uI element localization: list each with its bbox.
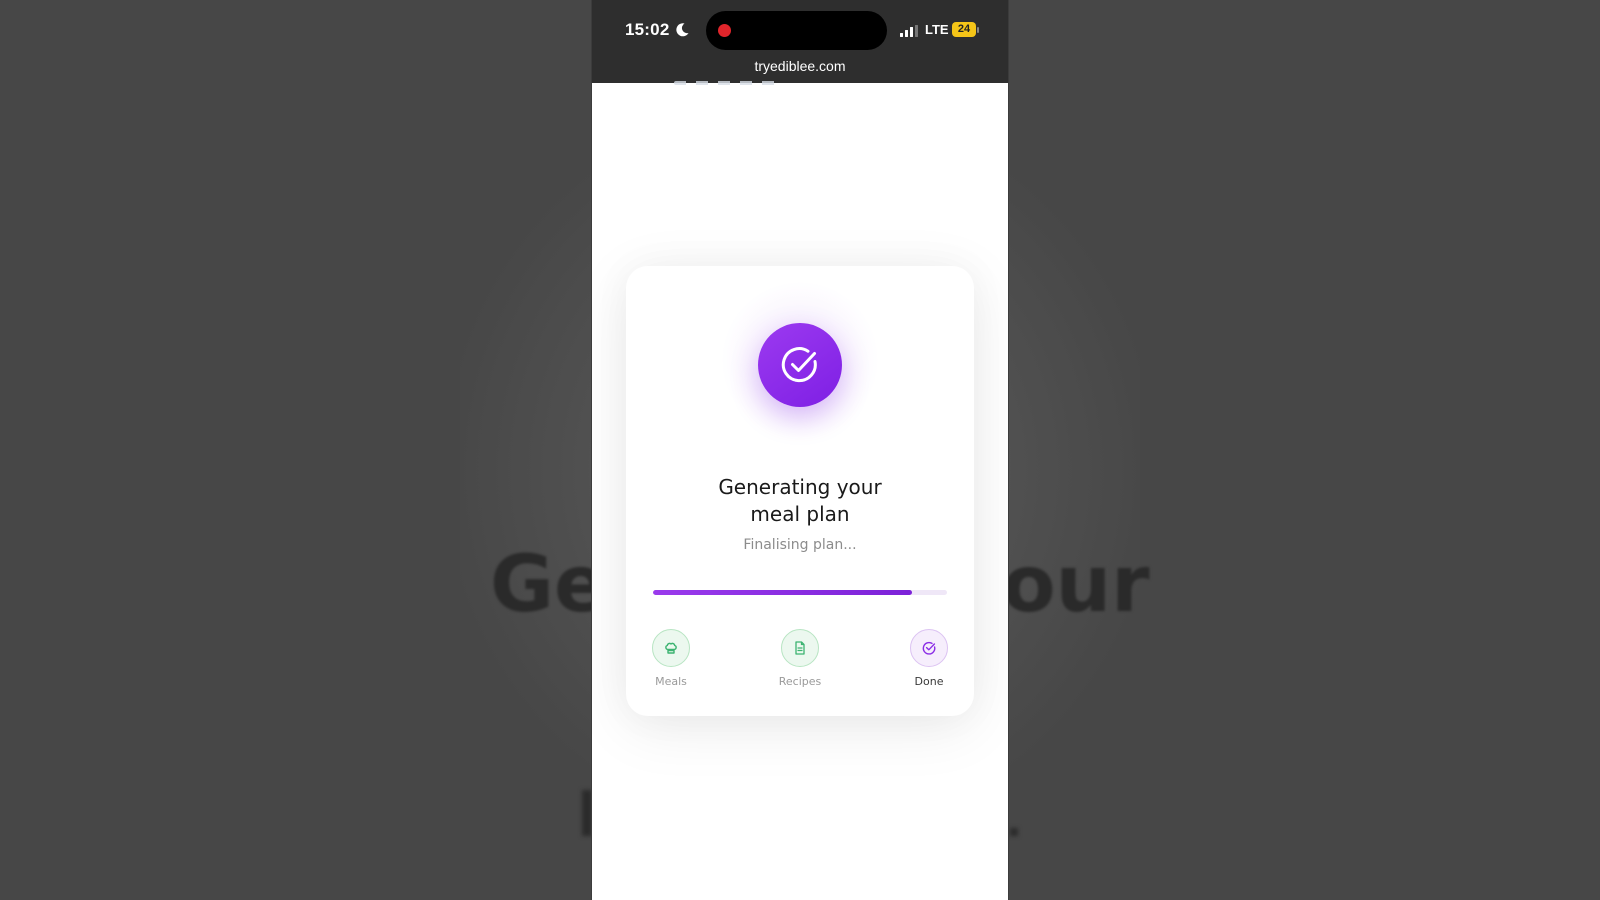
chef-hat-icon (652, 629, 690, 667)
card-subtitle: Finalising plan... (743, 537, 857, 553)
step-recipes: Recipes (755, 629, 845, 688)
step-label-meals: Meals (655, 675, 687, 688)
progress-fill (653, 590, 912, 595)
progress-card: Generating your meal plan Finalising plan… (626, 266, 974, 716)
backdrop-heading-left: Ge (490, 540, 607, 630)
status-time: 15:02 (625, 20, 670, 39)
dynamic-island (706, 11, 887, 50)
step-label-recipes: Recipes (778, 675, 822, 688)
recording-indicator-icon (718, 24, 731, 37)
check-circle-small-icon (910, 629, 948, 667)
check-circle-icon (758, 323, 842, 407)
battery-nub (977, 27, 979, 33)
phone-screen: 15:02 LTE 24 tryediblee.com Generating y… (592, 0, 1008, 900)
step-meals: Meals (626, 629, 716, 688)
step-done: Done (884, 629, 974, 688)
battery-icon: 24 (952, 22, 976, 37)
moon-icon (676, 23, 689, 37)
signal-icon (900, 25, 918, 37)
document-icon (781, 629, 819, 667)
url-text: tryediblee.com (754, 58, 846, 74)
url-bar[interactable]: tryediblee.com (592, 58, 1008, 74)
backdrop-heading-right: our (1002, 540, 1150, 630)
status-bar: 15:02 LTE 24 tryediblee.com (592, 0, 1008, 83)
progress-bar (653, 590, 947, 595)
backdrop-glyph-dot (1010, 828, 1018, 836)
scrolled-page-fragment (674, 81, 784, 85)
backdrop-glyph (582, 790, 592, 836)
step-label-done: Done (914, 675, 944, 688)
network-label: LTE (925, 22, 949, 37)
card-title-text: Generating your meal plan (718, 475, 882, 526)
battery-level: 24 (957, 23, 971, 35)
card-title: Generating your meal plan (626, 474, 974, 528)
